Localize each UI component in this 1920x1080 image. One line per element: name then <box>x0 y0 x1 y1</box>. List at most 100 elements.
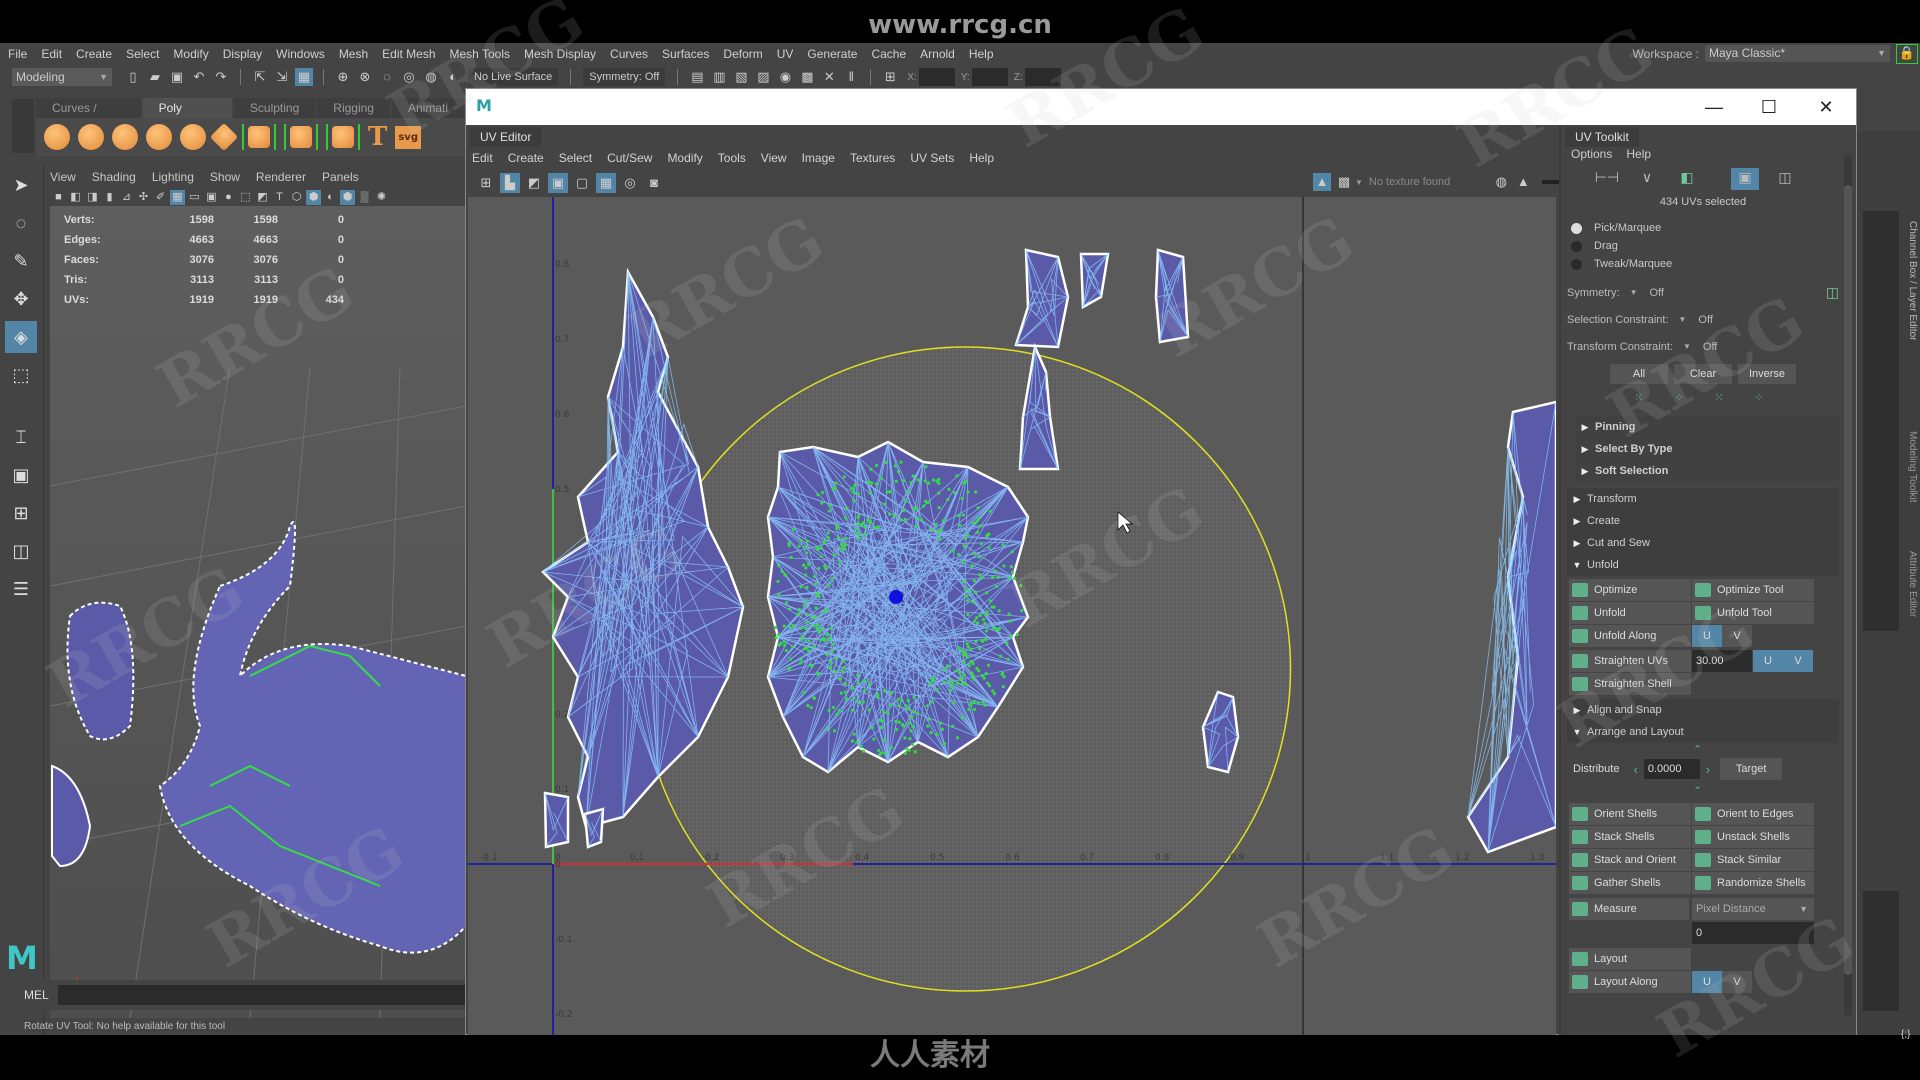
rotate-tool-icon[interactable]: ◈ <box>5 321 37 353</box>
viewport-menu-lighting[interactable]: Lighting <box>152 170 194 184</box>
last-tool-icon[interactable]: ⌶ <box>5 421 37 453</box>
viewport-menu-renderer[interactable]: Renderer <box>256 170 306 184</box>
uv-canvas[interactable]: -0.1 0 0.1 0.2 0.3 0.4 0.5 0.6 0.7 0.8 0.9 1 1.1 1.2 1… <box>468 197 1556 1035</box>
measure-value-field[interactable]: 0 <box>1692 922 1814 944</box>
safe-title-icon[interactable]: T <box>272 190 287 205</box>
unstack-shells-button[interactable]: Unstack Shells <box>1692 826 1814 848</box>
edge-mode-icon[interactable]: ⊢⊣ <box>1593 168 1621 190</box>
shelf-tab-sculpting[interactable]: Sculpting <box>233 98 316 118</box>
tab-channel-box[interactable]: Channel Box / Layer Editor <box>1904 221 1918 341</box>
shrink-loop-icon[interactable]: ⁘ <box>1665 389 1693 411</box>
menu-edit-mesh[interactable]: Edit Mesh <box>382 47 435 61</box>
two-d-pan-icon[interactable]: ✣ <box>136 190 151 205</box>
snap-point-icon[interactable]: ◌ <box>378 68 396 86</box>
texture-dropdown-arrow-icon[interactable]: ▼ <box>1355 178 1363 187</box>
poly-cube-icon[interactable] <box>78 124 104 150</box>
distribute-value-field[interactable]: 0.0000 <box>1643 759 1700 779</box>
grid-icon[interactable]: ▦ <box>170 189 185 205</box>
light-editor-icon[interactable]: ✕ <box>820 68 838 86</box>
snap-view-icon[interactable]: ◎ <box>400 68 418 86</box>
type-tool-icon[interactable]: T <box>368 122 387 152</box>
image-exposure-icon[interactable]: ▲ <box>1514 173 1532 191</box>
shell-mode-icon[interactable]: ◧ <box>1673 168 1701 190</box>
snap-grid-icon[interactable]: ⊕ <box>334 68 352 86</box>
section-arrange-and-layout[interactable]: ▼ Arrange and Layout <box>1567 721 1839 743</box>
distribute-up-icon[interactable]: ⌃ <box>1693 743 1702 756</box>
poly-plane-icon[interactable] <box>209 122 239 152</box>
menu-display[interactable]: Display <box>223 47 262 61</box>
transform-constraint-value[interactable]: Off <box>1703 341 1717 353</box>
lock-icon[interactable]: 🔒 <box>1896 44 1918 64</box>
paint-select-icon[interactable]: ✎ <box>5 245 37 277</box>
viewport-menu-view[interactable]: View <box>50 170 76 184</box>
uv-editor-titlebar[interactable]: M — ☐ ✕ <box>466 89 1856 125</box>
straighten-u-button[interactable]: U <box>1753 650 1783 672</box>
super-shape-icon[interactable] <box>326 124 360 150</box>
section-soft-selection[interactable]: ▶ Soft Selection <box>1575 460 1839 482</box>
maximize-button[interactable]: ☐ <box>1746 93 1792 121</box>
single-view-icon[interactable]: ▣ <box>5 459 37 491</box>
shelf-tab-rigging[interactable]: Rigging <box>317 98 390 118</box>
clear-selection-button[interactable]: Clear <box>1674 364 1732 384</box>
radio-button[interactable] <box>1571 258 1582 270</box>
menu-file[interactable]: File <box>8 47 27 61</box>
platonic-solid-icon[interactable] <box>284 124 318 150</box>
smooth-shade-icon[interactable]: ⬢ <box>306 189 321 205</box>
save-scene-icon[interactable]: ▣ <box>168 68 186 86</box>
uv-pivot-icon[interactable]: ◎ <box>620 173 640 193</box>
live-surface-field[interactable]: No Live Surface <box>468 68 559 86</box>
grease-pencil-icon[interactable]: ✐ <box>153 190 168 205</box>
radio-tweak-marquee[interactable]: Tweak/Marquee <box>1567 255 1839 273</box>
shelf-options-icon[interactable] <box>12 99 34 153</box>
layout-button[interactable]: Layout <box>1569 948 1691 970</box>
transform-constraint-dropdown-icon[interactable]: ▼ <box>1683 342 1691 351</box>
uv-shell-border-icon[interactable]: ▣ <box>548 173 568 193</box>
hypershade-icon[interactable]: ◉ <box>776 68 794 86</box>
outliner-icon[interactable]: ☰ <box>5 573 37 605</box>
wireframe-on-shaded-icon[interactable]: ⬢ <box>340 189 355 205</box>
menu-windows[interactable]: Windows <box>276 47 325 61</box>
measure-mode-dropdown[interactable]: Pixel Distance ▼ <box>1692 898 1814 920</box>
layout-along-button[interactable]: Layout Along <box>1569 971 1691 993</box>
viewport-menu-panels[interactable]: Panels <box>322 170 359 184</box>
checker-icon[interactable]: ▩ <box>1335 173 1353 191</box>
transform-input-icon[interactable]: ⊞ <box>881 68 899 86</box>
menu-deform[interactable]: Deform <box>723 47 762 61</box>
uv-snapshot-icon[interactable]: ◙ <box>644 173 664 193</box>
toolkit-menu-help[interactable]: Help <box>1626 147 1651 161</box>
render-view-icon[interactable]: ▤ <box>688 68 706 86</box>
perspective-viewport[interactable]: Verts: 1598 1598 0 Edges: 4663 4663 0 Faces: 30… <box>50 206 466 1018</box>
poly-cylinder-icon[interactable] <box>112 124 138 150</box>
poly-cone-icon[interactable] <box>146 124 172 150</box>
menu-mesh-tools[interactable]: Mesh Tools <box>450 47 510 61</box>
face-mode-icon[interactable]: ◫ <box>1771 168 1799 190</box>
render-setup-icon[interactable]: ▩ <box>798 68 816 86</box>
select-all-button[interactable]: All <box>1610 364 1668 384</box>
lasso-tool-icon[interactable]: ◌ <box>5 207 37 239</box>
stack-shells-button[interactable]: Stack Shells <box>1569 826 1691 848</box>
section-create[interactable]: ▶ Create <box>1567 510 1839 532</box>
distribute-down-icon[interactable]: ⌄ <box>1693 779 1702 792</box>
poly-sphere-icon[interactable] <box>44 124 70 150</box>
inverse-selection-button[interactable]: Inverse <box>1738 364 1796 384</box>
menu-create[interactable]: Create <box>76 47 112 61</box>
lights-icon[interactable]: ✺ <box>374 190 389 205</box>
unfold-along-button[interactable]: Unfold Along <box>1569 625 1691 647</box>
menu-arnold[interactable]: Arnold <box>920 47 955 61</box>
move-tool-icon[interactable]: ✥ <box>5 283 37 315</box>
ipr-render-icon[interactable]: ▧ <box>732 68 750 86</box>
section-unfold[interactable]: ▼ Unfold <box>1567 554 1839 576</box>
menu-set-dropdown[interactable]: Modeling <box>12 68 112 86</box>
lock-camera-icon[interactable]: ◧ <box>68 190 83 205</box>
uv-grid-icon[interactable]: ⊞ <box>476 173 496 193</box>
straighten-shell-button[interactable]: Straighten Shell <box>1569 673 1691 695</box>
uv-menu-create[interactable]: Create <box>508 151 544 165</box>
selection-constraint-value[interactable]: Off <box>1698 314 1712 326</box>
symmetry-dropdown-icon[interactable]: ▼ <box>1630 288 1638 297</box>
toolkit-menu-options[interactable]: Options <box>1571 147 1612 161</box>
menu-surfaces[interactable]: Surfaces <box>662 47 709 61</box>
distribute-left-icon[interactable]: ‹ <box>1633 762 1637 777</box>
toolkit-scrollbar[interactable] <box>1844 155 1852 1015</box>
radio-pick-marquee[interactable]: Pick/Marquee <box>1567 219 1839 237</box>
display-image-icon[interactable]: ▲ <box>1313 173 1331 191</box>
